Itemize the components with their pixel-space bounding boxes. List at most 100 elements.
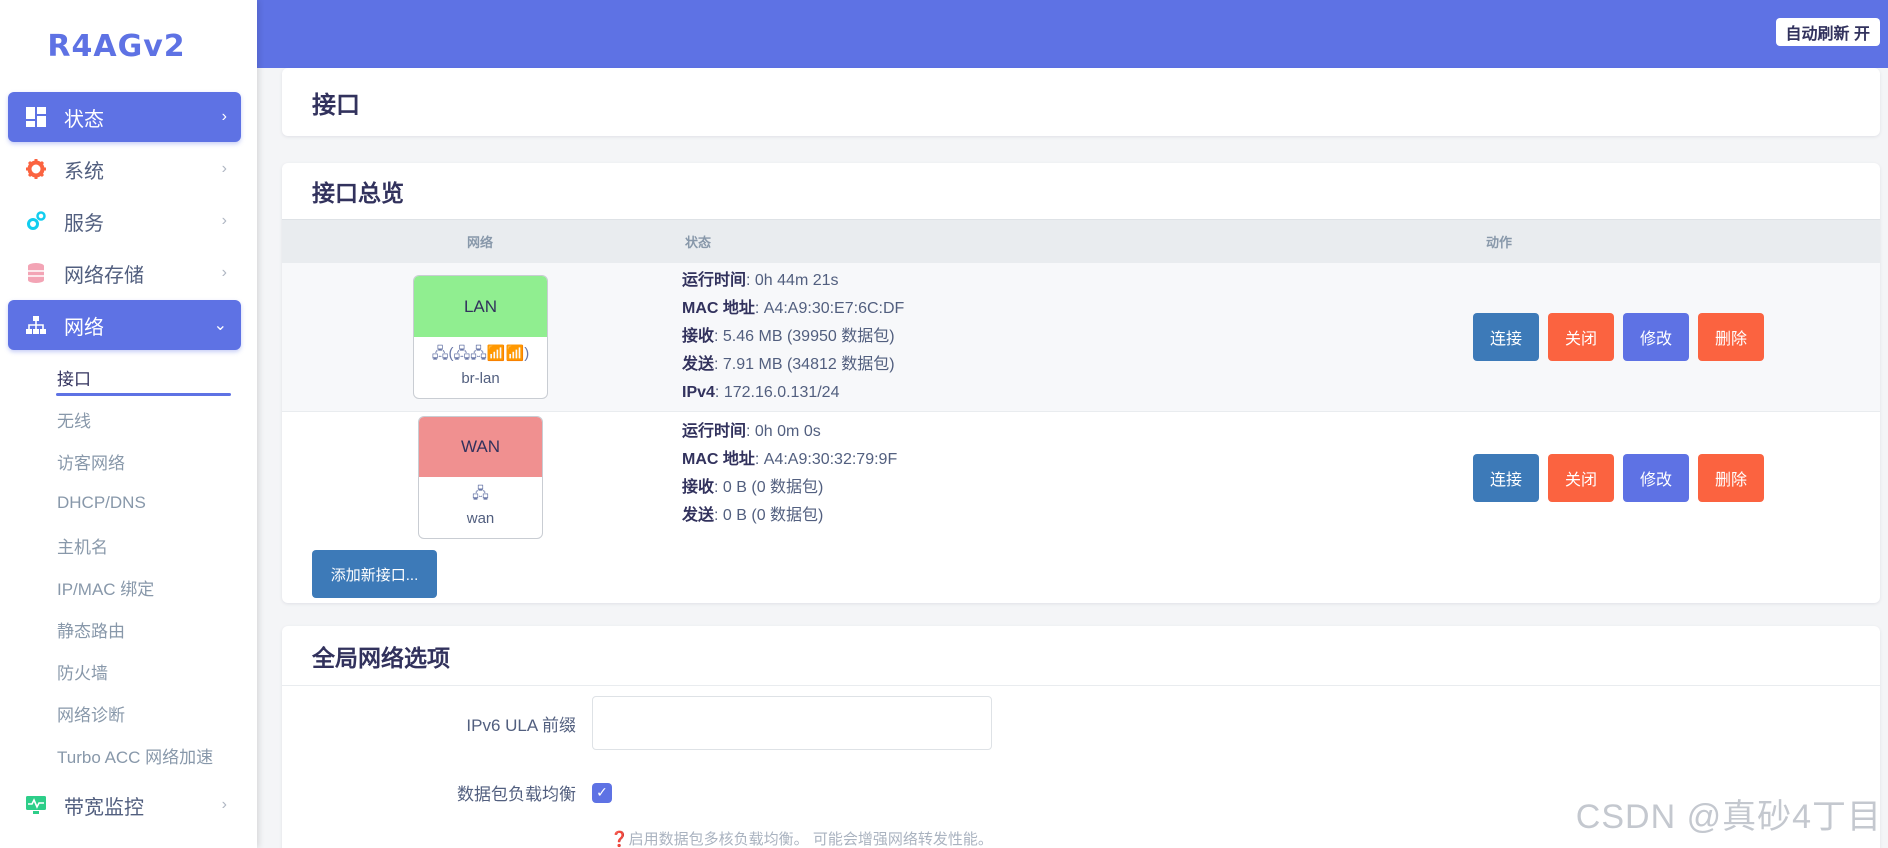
chevron-right-icon: › bbox=[221, 212, 227, 229]
overview-heading: 接口总览 bbox=[312, 180, 404, 206]
packet-steering-hint: ❓启用数据包多核负载均衡。 可能会增强网络转发性能。 bbox=[610, 831, 993, 848]
ula-prefix-input[interactable] bbox=[592, 696, 992, 750]
status-key: IPv4 bbox=[682, 384, 715, 401]
watermark: CSDN @真砂4丁目 bbox=[1575, 798, 1882, 836]
submenu-item-hostnames[interactable]: 主机名 bbox=[0, 524, 257, 566]
brand-logo: R4AGv2 bbox=[47, 28, 186, 64]
interface-status-wan: 运行时间: 0h 0m 0s MAC 地址: A4:A9:30:32:79:9F… bbox=[682, 418, 897, 530]
database-icon bbox=[22, 259, 50, 287]
delete-button[interactable]: 删除 bbox=[1698, 454, 1764, 502]
status-value: 172.16.0.131/24 bbox=[723, 384, 840, 401]
sidebar-item-label: 服务 bbox=[64, 212, 104, 235]
status-line: 接收: 0 B (0 数据包) bbox=[682, 479, 824, 496]
interface-name: LAN bbox=[414, 276, 547, 337]
status-key: 接收 bbox=[682, 479, 715, 496]
sidebar-item-nas[interactable]: 网络存储 › bbox=[8, 248, 241, 298]
status-key: 发送 bbox=[682, 507, 715, 524]
page-title-card: 接口 bbox=[282, 68, 1880, 136]
status-line: IPv4: 172.16.0.131/24 bbox=[682, 384, 840, 401]
network-device-icon: 🖧 bbox=[472, 485, 489, 502]
sidebar-item-system[interactable]: 系统 › bbox=[8, 144, 241, 194]
gear-icon bbox=[22, 155, 50, 183]
sidebar-item-status[interactable]: 状态 › bbox=[8, 92, 241, 142]
add-interface-button[interactable]: 添加新接口... bbox=[312, 550, 437, 598]
chevron-right-icon: › bbox=[221, 264, 227, 281]
interface-overview-card: 接口总览 网络 状态 动作 LAN 🖧(🖧🖧📶📶) br-lan 运行时间: 0… bbox=[282, 163, 1880, 603]
status-line: 发送: 7.91 MB (34812 数据包) bbox=[682, 356, 895, 373]
stop-button[interactable]: 关闭 bbox=[1548, 313, 1614, 361]
global-heading: 全局网络选项 bbox=[282, 626, 1880, 686]
gears-icon bbox=[22, 207, 50, 235]
submenu-item-interfaces[interactable]: 接口 bbox=[0, 356, 257, 398]
status-value: 0 B (0 数据包) bbox=[722, 479, 824, 496]
status-key: 运行时间 bbox=[682, 272, 747, 289]
wan-actions: 连接 关闭 修改 删除 bbox=[1473, 454, 1764, 502]
edit-button[interactable]: 修改 bbox=[1623, 313, 1689, 361]
packet-steering-checkbox[interactable]: ✓ bbox=[592, 782, 612, 803]
status-key: 运行时间 bbox=[682, 423, 747, 440]
chevron-right-icon: › bbox=[221, 108, 227, 125]
status-line: 运行时间: 0h 44m 21s bbox=[682, 272, 839, 289]
status-line: MAC 地址: A4:A9:30:32:79:9F bbox=[682, 451, 898, 468]
column-action: 动作 bbox=[1485, 235, 1512, 250]
status-line: 运行时间: 0h 0m 0s bbox=[682, 423, 821, 440]
page-title: 接口 bbox=[312, 91, 360, 119]
auto-refresh-toggle[interactable]: 自动刷新 开 bbox=[1775, 18, 1880, 46]
column-status: 状态 bbox=[684, 235, 711, 250]
chevron-down-icon: ⌄ bbox=[213, 317, 227, 334]
dashboard-icon bbox=[22, 103, 50, 131]
sidebar-item-label: 带宽监控 bbox=[64, 796, 144, 819]
sidebar: R4AGv2 状态 › 系统 › 服务 › 网络存储 › 网络 ⌄ 接口 无线 … bbox=[0, 0, 257, 848]
sidebar-item-label: 网络 bbox=[64, 316, 104, 339]
status-value: 7.91 MB (34812 数据包) bbox=[722, 356, 895, 373]
lan-actions: 连接 关闭 修改 删除 bbox=[1473, 313, 1764, 361]
status-line: 接收: 5.46 MB (39950 数据包) bbox=[682, 328, 895, 345]
monitor-icon bbox=[22, 791, 50, 819]
stop-button[interactable]: 关闭 bbox=[1548, 454, 1614, 502]
submenu-item-guest[interactable]: 访客网络 bbox=[0, 440, 257, 482]
interface-badge-lan[interactable]: LAN 🖧(🖧🖧📶📶) br-lan bbox=[413, 275, 548, 399]
edit-button[interactable]: 修改 bbox=[1623, 454, 1689, 502]
delete-button[interactable]: 删除 bbox=[1698, 313, 1764, 361]
status-key: 发送 bbox=[682, 356, 715, 373]
chevron-right-icon: › bbox=[221, 160, 227, 177]
interface-row-wan: WAN 🖧 wan 运行时间: 0h 0m 0s MAC 地址: A4:A9:3… bbox=[282, 412, 1880, 552]
submenu-item-routes[interactable]: 静态路由 bbox=[0, 608, 257, 650]
app-root: R4AGv2 状态 › 系统 › 服务 › 网络存储 › 网络 ⌄ 接口 无线 … bbox=[0, 0, 1888, 848]
submenu-item-diagnostics[interactable]: 网络诊断 bbox=[0, 692, 257, 734]
chevron-right-icon: › bbox=[221, 796, 227, 813]
sidebar-item-network[interactable]: 网络 ⌄ bbox=[8, 300, 241, 350]
sidebar-item-label: 系统 bbox=[64, 160, 104, 183]
connect-button[interactable]: 连接 bbox=[1473, 454, 1539, 502]
packet-steering-label: 数据包负载均衡 bbox=[457, 785, 576, 804]
sidebar-item-label: 状态 bbox=[64, 108, 104, 131]
interface-device: br-lan bbox=[461, 370, 500, 387]
status-key: MAC 地址 bbox=[682, 300, 755, 317]
interface-badge-wan[interactable]: WAN 🖧 wan bbox=[418, 416, 543, 539]
status-value: A4:A9:30:E7:6C:DF bbox=[763, 300, 905, 317]
status-line: 发送: 0 B (0 数据包) bbox=[682, 507, 824, 524]
interface-row-lan: LAN 🖧(🖧🖧📶📶) br-lan 运行时间: 0h 44m 21s MAC … bbox=[282, 263, 1880, 412]
network-device-icon: 🖧(🖧🖧📶📶) bbox=[431, 345, 530, 362]
ula-prefix-row: IPv6 ULA 前缀 bbox=[282, 696, 1880, 750]
network-submenu: 接口 无线 访客网络 DHCP/DNS 主机名 IP/MAC 绑定 静态路由 防… bbox=[0, 352, 257, 780]
status-value: 5.46 MB (39950 数据包) bbox=[722, 328, 895, 345]
topbar: 自动刷新 开 bbox=[257, 0, 1888, 68]
status-line: MAC 地址: A4:A9:30:E7:6C:DF bbox=[682, 300, 905, 317]
status-value: 0 B (0 数据包) bbox=[722, 507, 824, 524]
sidebar-item-label: 网络存储 bbox=[64, 264, 144, 287]
status-value: A4:A9:30:32:79:9F bbox=[763, 451, 898, 468]
interface-name: WAN bbox=[419, 417, 542, 477]
submenu-item-firewall[interactable]: 防火墙 bbox=[0, 650, 257, 692]
submenu-item-wireless[interactable]: 无线 bbox=[0, 398, 257, 440]
status-key: 接收 bbox=[682, 328, 715, 345]
sidebar-item-services[interactable]: 服务 › bbox=[8, 196, 241, 246]
sidebar-item-bandwidth[interactable]: 带宽监控 › bbox=[8, 780, 241, 830]
submenu-item-turboacc[interactable]: Turbo ACC 网络加速 bbox=[0, 734, 257, 776]
submenu-item-ipmac[interactable]: IP/MAC 绑定 bbox=[0, 566, 257, 608]
submenu-item-dhcp[interactable]: DHCP/DNS bbox=[0, 482, 257, 524]
status-value: 0h 44m 21s bbox=[754, 272, 839, 289]
connect-button[interactable]: 连接 bbox=[1473, 313, 1539, 361]
interface-status-lan: 运行时间: 0h 44m 21s MAC 地址: A4:A9:30:E7:6C:… bbox=[682, 267, 904, 407]
status-key: MAC 地址 bbox=[682, 451, 755, 468]
